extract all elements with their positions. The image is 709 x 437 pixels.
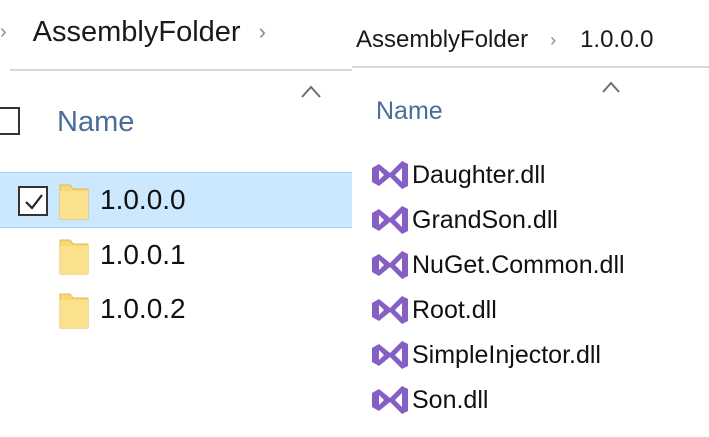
- visual-studio-file-icon: [372, 386, 408, 414]
- file-item[interactable]: NuGet.Common.dll: [370, 245, 700, 285]
- file-name: Daughter.dll: [412, 160, 546, 189]
- visual-studio-file-icon: [372, 161, 408, 189]
- sort-ascending-icon[interactable]: [298, 82, 324, 102]
- checkmark-icon: [25, 194, 43, 210]
- file-item[interactable]: SimpleInjector.dll: [370, 335, 700, 375]
- file-name: GrandSon.dll: [412, 205, 558, 234]
- visual-studio-file-icon: [372, 296, 408, 324]
- right-explorer-pane: AssemblyFolder › 1.0.0.0 Name Daughter.d…: [352, 0, 709, 437]
- folder-name: 1.0.0.0: [100, 184, 186, 215]
- visual-studio-file-icon: [372, 341, 408, 369]
- divider: [352, 66, 709, 68]
- file-item[interactable]: Daughter.dll: [370, 155, 700, 195]
- list-item[interactable]: 1.0.0.0: [0, 172, 352, 228]
- column-header-name[interactable]: Name: [376, 97, 443, 126]
- sort-ascending-icon[interactable]: [599, 78, 623, 96]
- column-header-name[interactable]: Name: [57, 106, 134, 139]
- list-item[interactable]: 1.0.0.1: [0, 228, 352, 284]
- file-item[interactable]: GrandSon.dll: [370, 200, 700, 240]
- visual-studio-file-icon: [372, 251, 408, 279]
- file-name: SimpleInjector.dll: [412, 340, 601, 369]
- select-all-checkbox[interactable]: [0, 107, 20, 135]
- list-item[interactable]: 1.0.0.2: [0, 282, 352, 338]
- breadcrumb-item-current[interactable]: 1.0.0.0: [580, 26, 653, 54]
- breadcrumb-chevron-icon[interactable]: ›: [550, 30, 556, 51]
- breadcrumb: › AssemblyFolder ›: [0, 12, 266, 52]
- folder-name: 1.0.0.1: [100, 239, 186, 270]
- visual-studio-file-icon: [372, 206, 408, 234]
- breadcrumb-chevron-icon[interactable]: ›: [259, 19, 266, 45]
- folder-name: 1.0.0.2: [100, 293, 186, 324]
- left-explorer-pane: › AssemblyFolder › Name 1.0.0.0 1.0.0.1: [0, 0, 352, 437]
- file-name: Root.dll: [412, 295, 497, 324]
- file-item[interactable]: Son.dll: [370, 380, 700, 420]
- breadcrumb: AssemblyFolder › 1.0.0.0: [356, 22, 653, 58]
- file-item[interactable]: Root.dll: [370, 290, 700, 330]
- file-name: NuGet.Common.dll: [412, 250, 625, 279]
- divider: [10, 69, 352, 71]
- folder-icon: [59, 293, 89, 329]
- file-name: Son.dll: [412, 385, 489, 414]
- breadcrumb-item-assemblyfolder[interactable]: AssemblyFolder: [356, 26, 528, 54]
- breadcrumb-separator-icon[interactable]: ›: [0, 21, 7, 44]
- folder-icon: [59, 239, 89, 275]
- folder-icon: [59, 184, 89, 220]
- row-checkbox[interactable]: [18, 186, 48, 216]
- breadcrumb-item-assemblyfolder[interactable]: AssemblyFolder: [33, 16, 241, 49]
